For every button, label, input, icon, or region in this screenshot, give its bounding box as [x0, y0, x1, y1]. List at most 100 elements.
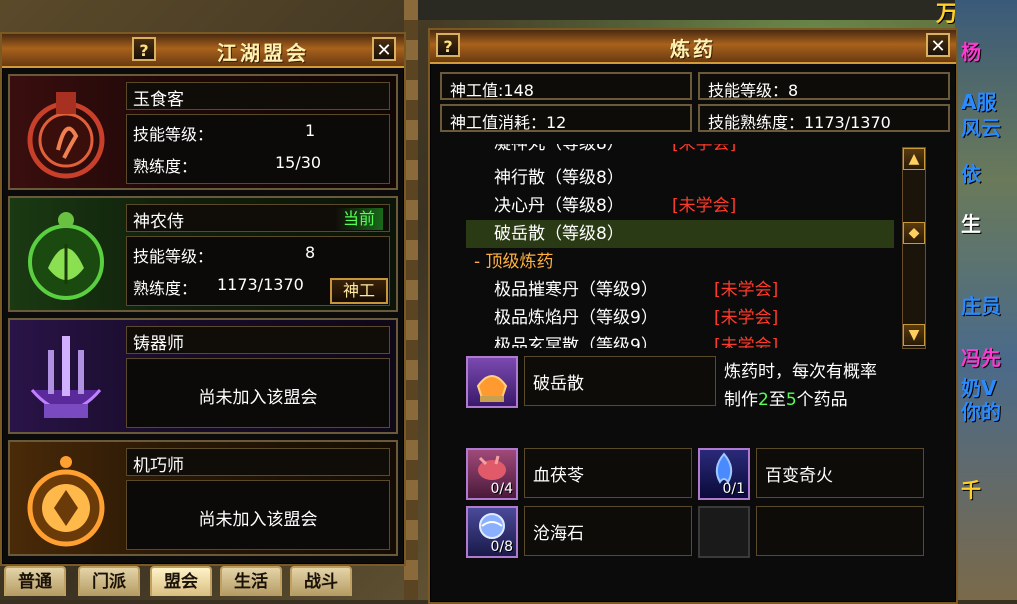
proficiency-value: 1173/1370 [217, 275, 304, 294]
proficiency-label: 熟练度： [133, 279, 198, 298]
skill-level-label: 技能等级： [133, 247, 214, 266]
description-line-1: 炼药时，每次有概率 [724, 362, 877, 382]
product-name: 破岳散 [533, 374, 584, 394]
profession-name-box: 铸器师 [126, 326, 390, 354]
material-icon[interactable]: 0/1 [698, 448, 750, 500]
profession-row-jiqiaoshi[interactable]: 机巧师 尚未加入该盟会 [8, 440, 398, 556]
recipe-scrollbar[interactable]: ▲ ◆ ▼ [902, 147, 926, 349]
bg-text: 庄员 [961, 294, 1001, 318]
desc-min: 2 [758, 390, 769, 410]
recipe-name: 极品炼焰丹（等级9） [494, 308, 658, 328]
profession-name: 玉食客 [133, 90, 184, 110]
shengong-value-box: 神工值:148 [440, 72, 692, 100]
mechanist-emblem-icon [27, 456, 105, 547]
bg-text: A服 [961, 90, 997, 114]
shengong-value: 神工值:148 [450, 81, 534, 100]
profession-name-box: 神农侍 当前 [126, 204, 390, 232]
material-name: 沧海石 [533, 524, 584, 544]
bg-text: 冯先 [961, 346, 1001, 370]
recipe-item[interactable]: 凝神丸（等级8） [未学会] [466, 144, 894, 158]
herbalist-emblem-icon [28, 212, 104, 300]
proficiency-box: 技能熟练度：1173/1370 [698, 104, 950, 132]
guild-titlebar[interactable]: ? 江湖盟会 ✕ [2, 34, 404, 68]
desc-max: 5 [785, 390, 797, 410]
recipe-status: [未学会] [714, 308, 779, 328]
bg-text: 你的 [961, 400, 1001, 424]
recipe-item[interactable]: 极品玄冥散（等级9） [未学会] [466, 332, 894, 348]
shengong-cost: 神工值消耗：12 [450, 113, 567, 132]
shengong-button[interactable]: 神工 [330, 278, 388, 304]
recipe-name: 破岳散（等级8） [494, 224, 624, 244]
bg-text: 千 [961, 478, 981, 502]
profession-name-box: 玉食客 [126, 82, 390, 110]
recipe-name: 凝神丸（等级8） [494, 144, 624, 154]
not-joined-text: 尚未加入该盟会 [198, 388, 318, 408]
recipe-item-selected[interactable]: 破岳散（等级8） [466, 220, 894, 248]
bg-text: 依 [961, 162, 981, 186]
alchemy-titlebar[interactable]: ? 炼药 ✕ [430, 30, 956, 64]
guild-panel: ? 江湖盟会 ✕ 玉食客 技能等级： 1 熟练度： 15/30 神农侍 当前 技… [0, 32, 406, 566]
skill-level-label: 技能等级： [133, 125, 214, 144]
material-count: 0/8 [490, 539, 513, 555]
profession-name-box: 机巧师 [126, 448, 390, 476]
profession-info-box: 尚未加入该盟会 [126, 480, 390, 550]
recipe-name: 极品摧寒丹（等级9） [494, 280, 658, 300]
material-name: 血茯苓 [533, 466, 584, 486]
product-icon[interactable] [466, 356, 518, 408]
material-name-box: 百变奇火 [756, 448, 924, 498]
guild-title: 江湖盟会 [217, 41, 309, 65]
empty-material-name-box [756, 506, 924, 556]
recipe-status: [未学会] [672, 196, 737, 216]
profession-row-yushike[interactable]: 玉食客 技能等级： 1 熟练度： 15/30 [8, 74, 398, 190]
scroll-thumb-icon[interactable]: ◆ [903, 222, 925, 244]
material-icon[interactable]: 0/4 [466, 448, 518, 500]
tab-battle[interactable]: 战斗 [290, 566, 352, 596]
skill-level-box: 技能等级：8 [698, 72, 950, 100]
profession-row-shennongshi[interactable]: 神农侍 当前 技能等级： 8 熟练度： 1173/1370 神工 [8, 196, 398, 312]
material-name-box: 沧海石 [524, 506, 692, 556]
recipe-list[interactable]: 凝神丸（等级8） [未学会] 神行散（等级8） 决心丹（等级8） [未学会] 破… [466, 144, 928, 348]
recipe-name: 神行散（等级8） [494, 168, 624, 188]
material-count: 0/1 [722, 481, 745, 497]
tab-life[interactable]: 生活 [220, 566, 282, 596]
scroll-up-icon[interactable]: ▲ [903, 148, 925, 170]
profession-name: 铸器师 [133, 334, 184, 354]
scroll-down-icon[interactable]: ▼ [903, 324, 925, 346]
tab-guild[interactable]: 盟会 [150, 566, 212, 596]
recipe-item[interactable]: 神行散（等级8） [466, 164, 894, 192]
material-count: 0/4 [490, 481, 513, 497]
skill-level: 技能等级：8 [708, 81, 799, 100]
tab-normal[interactable]: 普通 [4, 566, 66, 596]
tab-sect[interactable]: 门派 [78, 566, 140, 596]
skill-level-value: 8 [305, 243, 316, 262]
chat-tab-bar: 普通 门派 盟会 生活 战斗 [0, 562, 418, 600]
medicine-pot-icon [476, 375, 508, 402]
product-description: 炼药时，每次有概率 制作2至5个药品 [724, 358, 950, 414]
wall-decoration [404, 0, 418, 600]
shengong-cost-box: 神工值消耗：12 [440, 104, 692, 132]
profession-row-zhuqishi[interactable]: 铸器师 尚未加入该盟会 [8, 318, 398, 434]
material-icon[interactable]: 0/8 [466, 506, 518, 558]
recipe-category[interactable]: - 顶级炼药 [466, 248, 894, 276]
bg-text: 杨 [961, 40, 981, 64]
material-name-box: 血茯苓 [524, 448, 692, 498]
profession-name: 神农侍 [133, 212, 184, 232]
recipe-status: [未学会] [714, 336, 779, 348]
cuisine-emblem-icon [27, 92, 105, 179]
desc-text: 个药品 [796, 390, 848, 410]
recipe-item[interactable]: 极品摧寒丹（等级9） [未学会] [466, 276, 894, 304]
world-edge: 杨 A服 风云 依 生 庄员 冯先 奶V 你的 千 [955, 0, 1017, 600]
top-frame-strip [418, 0, 958, 20]
profession-info-box: 尚未加入该盟会 [126, 358, 390, 428]
recipe-status: [未学会] [714, 280, 779, 300]
close-button[interactable]: ✕ [926, 33, 950, 57]
close-button[interactable]: ✕ [372, 37, 396, 61]
recipe-item[interactable]: 极品炼焰丹（等级9） [未学会] [466, 304, 894, 332]
recipe-item[interactable]: 决心丹（等级8） [未学会] [466, 192, 894, 220]
current-tag: 当前 [334, 208, 383, 230]
bg-text: 生 [961, 212, 981, 236]
desc-text: 至 [768, 390, 786, 410]
skill-level-value: 1 [305, 121, 316, 140]
alchemy-title: 炼药 [670, 37, 716, 61]
category-name: - 顶级炼药 [474, 252, 554, 272]
